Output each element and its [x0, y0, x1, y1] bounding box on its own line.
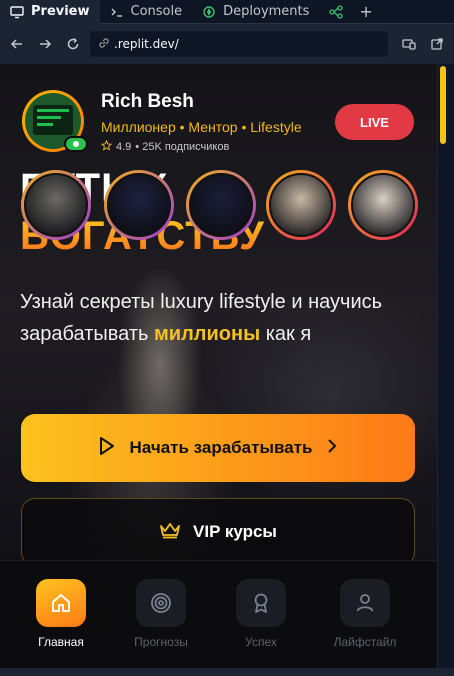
nav-label: Прогнозы	[134, 635, 188, 649]
hero-subtitle: Узнай секреты luxury lifestyle и научись…	[20, 286, 425, 350]
vip-courses-button[interactable]: VIP курсы	[21, 498, 415, 566]
back-button[interactable]	[6, 33, 28, 55]
forward-button[interactable]	[34, 33, 56, 55]
story-image	[107, 173, 171, 237]
award-icon	[236, 579, 286, 627]
url-field[interactable]: .replit.dev/	[90, 31, 388, 57]
subtitle-highlight: миллионы	[153, 323, 261, 345]
tab-label: Deployments	[223, 4, 310, 19]
story-image	[351, 173, 415, 237]
scrollbar-thumb[interactable]	[440, 66, 446, 144]
window-bottom-edge	[0, 668, 454, 676]
profile-stats: 4.9 • 25K подписчиков	[100, 139, 230, 154]
url-text: .replit.dev/	[114, 37, 179, 51]
rocket-icon	[202, 5, 216, 19]
home-icon	[36, 579, 86, 627]
online-status-badge	[64, 136, 88, 152]
tab-bar: Preview Console Deployments +	[0, 0, 454, 24]
crown-icon	[159, 521, 181, 544]
start-earning-button[interactable]: Начать зарабатывать	[21, 414, 415, 482]
story-image	[189, 173, 253, 237]
nav-label: Успех	[245, 635, 277, 649]
nav-item-forecasts[interactable]: Прогнозы	[116, 579, 206, 649]
tab-preview[interactable]: Preview	[0, 0, 100, 24]
story-avatar[interactable]	[186, 170, 256, 240]
tab-label: Console	[130, 4, 183, 19]
tab-deployments[interactable]: Deployments	[192, 0, 319, 24]
story-avatar[interactable]	[104, 170, 174, 240]
devtools-icon[interactable]	[398, 33, 420, 55]
bottom-navigation: Главная Прогнозы Успех Лайфстайл	[0, 560, 437, 668]
url-bar: .replit.dev/	[0, 24, 454, 64]
profile-header: Rich Besh Миллионер • Ментор • Lifestyle…	[20, 90, 430, 160]
start-earning-label: Начать зарабатывать	[129, 438, 313, 457]
stories-row	[0, 170, 437, 250]
reload-button[interactable]	[62, 33, 84, 55]
nav-label: Главная	[38, 635, 84, 649]
tab-label: Preview	[31, 4, 90, 19]
app-viewport: ПУТЬ К БОГАТСТВУ Rich Besh Миллионер • М…	[0, 64, 437, 668]
nav-item-success[interactable]: Успех	[216, 579, 306, 649]
story-avatar[interactable]	[21, 170, 91, 240]
nav-item-home[interactable]: Главная	[16, 579, 106, 649]
page-scrollbar[interactable]	[438, 64, 454, 668]
profile-tags: Миллионер • Ментор • Lifestyle	[101, 119, 302, 135]
vip-courses-label: VIP курсы	[193, 522, 277, 541]
link-icon	[98, 37, 110, 52]
story-image	[269, 173, 333, 237]
subtitle-text-end: как я	[260, 323, 312, 345]
play-icon	[98, 436, 116, 461]
user-icon	[340, 579, 390, 627]
add-tab-button[interactable]: +	[353, 2, 378, 21]
target-icon	[136, 579, 186, 627]
profile-name: Rich Besh	[101, 91, 194, 112]
tab-console[interactable]: Console	[100, 0, 193, 24]
nav-label: Лайфстайл	[333, 635, 397, 649]
story-avatar[interactable]	[266, 170, 336, 240]
open-new-window-icon[interactable]	[426, 33, 448, 55]
monitor-icon	[10, 5, 24, 19]
story-image	[24, 173, 88, 237]
terminal-icon	[110, 5, 124, 19]
star-icon	[100, 139, 113, 154]
subscribers-count: • 25K подписчиков	[135, 141, 230, 153]
chevron-right-icon	[326, 438, 338, 459]
tab-extra[interactable]	[319, 0, 353, 24]
branch-icon	[329, 4, 344, 19]
rating-value: 4.9	[116, 141, 132, 153]
story-avatar[interactable]	[348, 170, 418, 240]
nav-item-lifestyle[interactable]: Лайфстайл	[320, 579, 410, 649]
live-badge[interactable]: LIVE	[335, 104, 414, 140]
